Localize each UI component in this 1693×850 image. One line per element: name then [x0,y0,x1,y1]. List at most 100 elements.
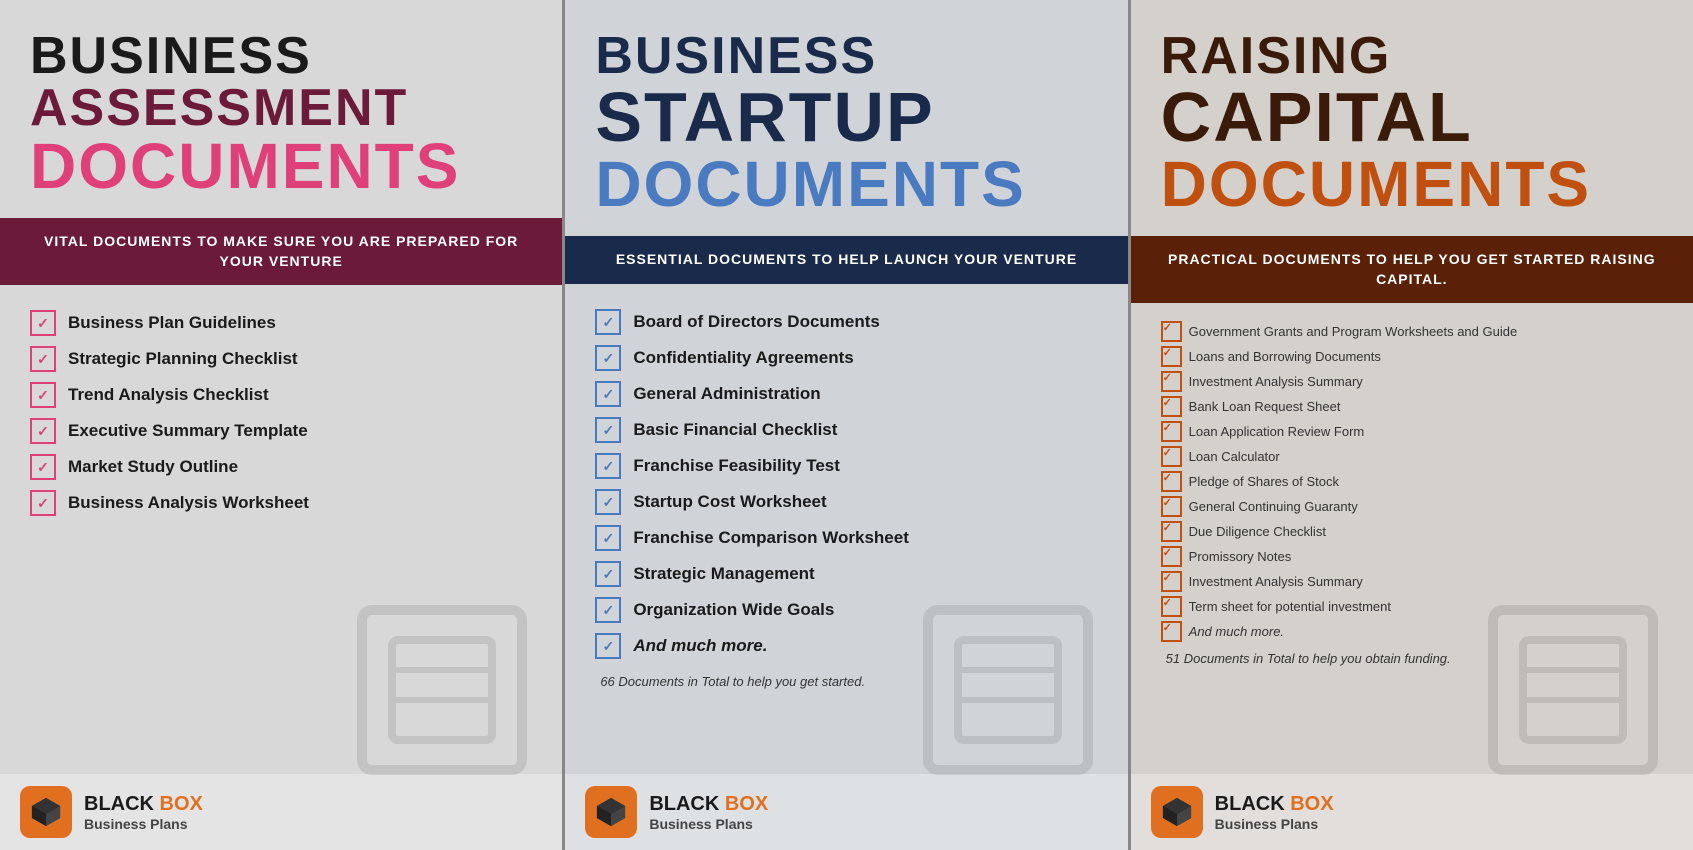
item-text: Organization Wide Goals [633,600,834,620]
list-item: Investment Analysis Summary [1161,371,1663,391]
item-text: Strategic Planning Checklist [68,349,298,369]
list-item: Promissory Notes [1161,546,1663,566]
check-icon [30,310,56,336]
logo-text: Black Box Business Plans [649,792,768,833]
check-icon [595,597,621,623]
panel-2-content: Board of Directors Documents Confidentia… [565,284,1127,774]
list-item: Loan Application Review Form [1161,421,1663,441]
panel-1-title-line1: BUSINESS [30,30,532,82]
cube-icon [593,794,629,830]
logo-box [585,786,637,838]
check-icon [30,346,56,372]
item-text: Promissory Notes [1189,549,1292,564]
list-item: Investment Analysis Summary [1161,571,1663,591]
panel-3-title-line3: DOCUMENTS [1161,152,1663,216]
logo-brand: Black Box [84,792,203,816]
panel-3-title: RAISING CAPITAL DOCUMENTS [1131,0,1693,236]
logo-box [1151,786,1203,838]
logo-black: Black [1215,793,1291,815]
panel-3-title-line1: RAISING [1161,30,1663,82]
logo-brand: Black Box [649,792,768,816]
check-icon [1161,496,1181,516]
list-item: Startup Cost Worksheet [595,489,1097,515]
check-icon [595,525,621,551]
item-text: Strategic Management [633,564,814,584]
check-icon [595,345,621,371]
cube-icon [28,794,64,830]
logo-sub: Business Plans [84,816,203,833]
check-icon [595,633,621,659]
check-icon [1161,571,1181,591]
check-icon [30,490,56,516]
item-text: And much more. [633,636,767,656]
item-text: Due Diligence Checklist [1189,524,1326,539]
list-item: Board of Directors Documents [595,309,1097,335]
panel-1-title-line3: DOCUMENTS [30,134,532,198]
item-text: Franchise Comparison Worksheet [633,528,909,548]
panel-1-banner: VITAL DOCUMENTS TO MAKE SURE YOU ARE PRE… [0,218,562,285]
list-item: Pledge of Shares of Stock [1161,471,1663,491]
list-item: And much more. [595,633,1097,659]
list-item: Business Plan Guidelines [30,310,532,336]
list-item: Executive Summary Template [30,418,532,444]
item-text: And much more. [1189,624,1284,639]
item-text: Basic Financial Checklist [633,420,837,440]
panel-2-banner: ESSENTIAL DOCUMENTS TO HELP LAUNCH YOUR … [565,236,1127,284]
check-icon [30,382,56,408]
check-icon [595,309,621,335]
check-icon [1161,546,1181,566]
item-text: Executive Summary Template [68,421,308,441]
item-text: Investment Analysis Summary [1189,374,1363,389]
item-text: Term sheet for potential investment [1189,599,1391,614]
item-text: General Administration [633,384,820,404]
logo-black: Black [84,793,160,815]
logo-box [20,786,72,838]
list-item: Strategic Management [595,561,1097,587]
panel-3-banner: PRACTICAL DOCUMENTS TO HELP YOU GET STAR… [1131,236,1693,303]
item-text: Trend Analysis Checklist [68,385,269,405]
logo-sub: Business Plans [1215,816,1334,833]
logo-orange: Box [1290,793,1333,815]
check-icon [1161,346,1181,366]
logo-orange: Box [160,793,203,815]
cube-icon [1159,794,1195,830]
panel-raising-capital: RAISING CAPITAL DOCUMENTS PRACTICAL DOCU… [1131,0,1693,850]
list-item: General Administration [595,381,1097,407]
panel-3-content: Government Grants and Program Worksheets… [1131,303,1693,774]
list-item: Market Study Outline [30,454,532,480]
check-icon [595,417,621,443]
item-text: Loans and Borrowing Documents [1189,349,1381,364]
check-icon [595,453,621,479]
item-text: Startup Cost Worksheet [633,492,826,512]
logo-brand: Black Box [1215,792,1334,816]
panel-2-title-line3: DOCUMENTS [595,152,1097,216]
list-item: Term sheet for potential investment [1161,596,1663,616]
check-icon [595,561,621,587]
item-text: Franchise Feasibility Test [633,456,840,476]
list-item: Business Analysis Worksheet [30,490,532,516]
panel-1-title: BUSINESS ASSESSMENT DOCUMENTS [0,0,562,218]
list-item: Confidentiality Agreements [595,345,1097,371]
list-item: Government Grants and Program Worksheets… [1161,321,1663,341]
list-item: Franchise Comparison Worksheet [595,525,1097,551]
check-icon [1161,446,1181,466]
check-icon [30,418,56,444]
item-text: General Continuing Guaranty [1189,499,1358,514]
panel-2-footer: Black Box Business Plans [565,774,1127,850]
item-text: Pledge of Shares of Stock [1189,474,1339,489]
list-item: Organization Wide Goals [595,597,1097,623]
panel-2-footnote: 66 Documents in Total to help you get st… [595,674,1097,689]
check-icon [1161,396,1181,416]
list-item: General Continuing Guaranty [1161,496,1663,516]
panel-2-title: BUSINESS STARTUP DOCUMENTS [565,0,1127,236]
list-item: Loan Calculator [1161,446,1663,466]
list-item: Bank Loan Request Sheet [1161,396,1663,416]
item-text: Business Plan Guidelines [68,313,276,333]
list-item: Loans and Borrowing Documents [1161,346,1663,366]
panel-1-title-line2: ASSESSMENT [30,82,532,134]
logo-orange: Box [725,793,768,815]
list-item: Basic Financial Checklist [595,417,1097,443]
panel-1-footer: Black Box Business Plans [0,774,562,850]
item-text: Market Study Outline [68,457,238,477]
check-icon [30,454,56,480]
